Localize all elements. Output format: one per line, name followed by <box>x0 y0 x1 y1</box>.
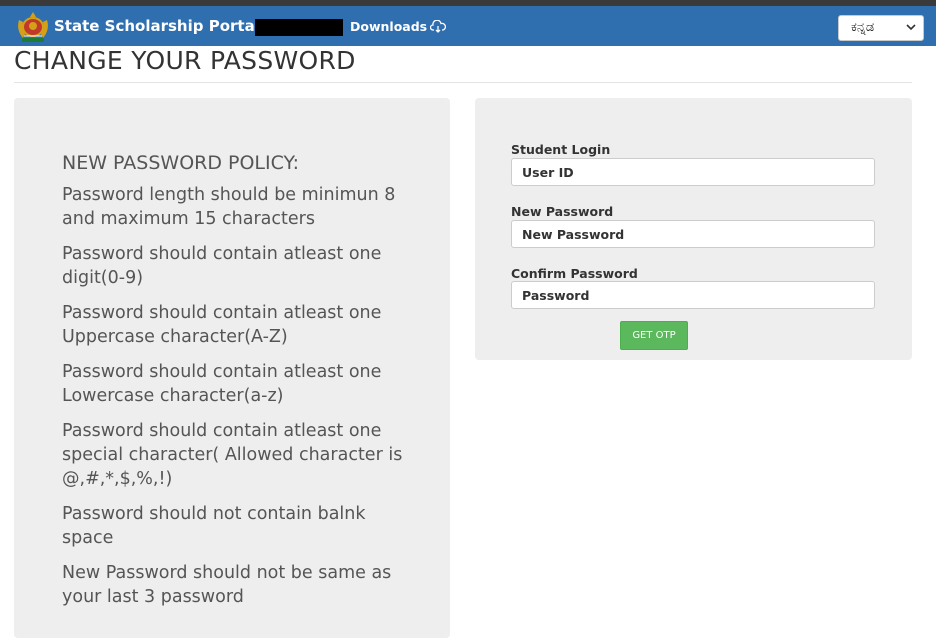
language-select[interactable]: ಕನ್ನಡ <box>838 15 924 41</box>
policy-item: Password should not contain balnk space <box>62 504 366 548</box>
navbar: State Scholarship Portal Downloads ಕನ್ನಡ <box>0 6 936 46</box>
page-title: CHANGE YOUR PASSWORD <box>14 46 356 75</box>
password-policy-panel: NEW PASSWORD POLICY: Password length sho… <box>14 98 450 638</box>
confirm-password-label: Confirm Password <box>511 266 638 281</box>
policy-item: Password should contain atleast one digi… <box>62 244 382 288</box>
confirm-password-input[interactable] <box>511 281 875 309</box>
new-password-input[interactable] <box>511 220 875 248</box>
policy-item: New Password should not be same as your … <box>62 563 392 607</box>
policy-heading: NEW PASSWORD POLICY: <box>62 152 300 174</box>
language-selected: ಕನ್ನಡ <box>851 20 875 35</box>
policy-list: Password length should be minimun 8 and … <box>62 183 407 620</box>
new-password-label: New Password <box>511 204 614 219</box>
redacted-block <box>255 19 343 36</box>
portal-brand[interactable]: State Scholarship Portal <box>54 17 260 35</box>
policy-item: Password should contain atleast one Lowe… <box>62 362 382 406</box>
user-id-input[interactable] <box>511 158 875 186</box>
change-password-form: Student Login New Password Confirm Passw… <box>475 98 912 360</box>
title-divider <box>14 82 912 83</box>
downloads-link[interactable]: Downloads <box>350 19 447 34</box>
downloads-label: Downloads <box>350 19 428 34</box>
chevron-down-icon <box>906 24 916 31</box>
get-otp-button[interactable]: GET OTP <box>620 321 688 350</box>
cloud-download-icon <box>429 19 447 33</box>
policy-item: Password should contain atleast one Uppe… <box>62 303 382 347</box>
student-login-label: Student Login <box>511 142 611 157</box>
policy-item: Password should contain atleast one spec… <box>62 421 403 489</box>
policy-item: Password length should be minimun 8 and … <box>62 185 396 229</box>
state-emblem-icon <box>18 12 48 42</box>
